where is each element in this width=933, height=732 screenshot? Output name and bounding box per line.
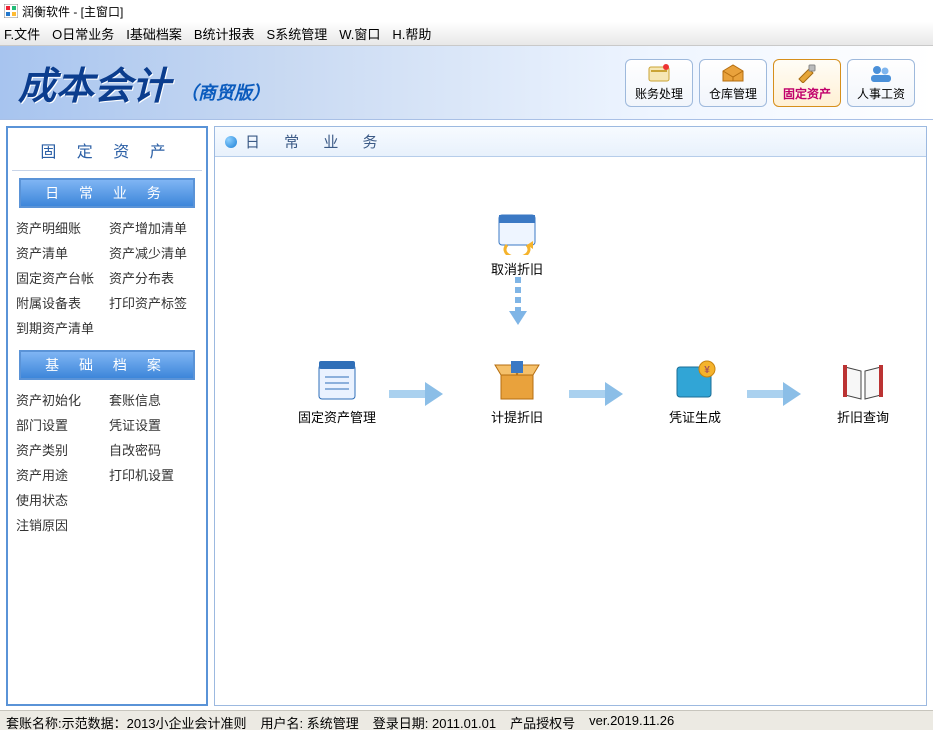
people-icon bbox=[869, 63, 893, 83]
sidebar-item-asset-decrease[interactable]: 资产减少清单 bbox=[109, 243, 198, 262]
window-title: 润衡软件 - [主窗口] bbox=[22, 3, 123, 20]
titlebar: 润衡软件 - [主窗口] bbox=[0, 0, 933, 22]
menu-file[interactable]: F.文件 bbox=[4, 24, 40, 43]
wf-label: 凭证生成 bbox=[655, 407, 735, 426]
menu-system[interactable]: S系统管理 bbox=[267, 24, 328, 43]
app-subtitle: （商贸版） bbox=[180, 79, 270, 105]
sidebar: 固 定 资 产 日 常 业 务 资产明细账 资产增加清单 资产清单 资产减少清单… bbox=[6, 126, 208, 706]
sidebar-item-init[interactable]: 资产初始化 bbox=[16, 390, 105, 409]
sidebar-title: 固 定 资 产 bbox=[12, 132, 202, 171]
sidebar-panel-daily: 日 常 业 务 bbox=[19, 178, 195, 208]
bullet-icon bbox=[225, 136, 237, 148]
status-account: 套账名称:示范数据：2013小企业会计准则 bbox=[6, 713, 247, 728]
workflow-canvas: 取消折旧 固定资产管理 计提折旧 ¥ 凭证生成 折 bbox=[215, 157, 926, 705]
module-btn-warehouse[interactable]: 仓库管理 bbox=[699, 59, 767, 107]
menu-report[interactable]: B统计报表 bbox=[194, 24, 255, 43]
book-icon bbox=[835, 357, 891, 403]
tools-icon bbox=[795, 63, 819, 83]
box-icon bbox=[721, 63, 745, 83]
sidebar-item-cancel-reason[interactable]: 注销原因 bbox=[16, 515, 198, 534]
wf-label: 取消折旧 bbox=[477, 259, 557, 278]
wf-label: 计提折旧 bbox=[477, 407, 557, 426]
arrow-right-icon bbox=[389, 382, 443, 406]
notepad-icon bbox=[309, 357, 365, 403]
open-box-icon bbox=[489, 357, 545, 403]
status-version: ver.2019.11.26 bbox=[589, 713, 674, 728]
sidebar-panel-basic: 基 础 档 案 bbox=[19, 350, 195, 380]
menu-window[interactable]: W.窗口 bbox=[339, 24, 380, 43]
status-login-date: 登录日期: 2011.01.01 bbox=[373, 713, 496, 728]
status-license: 产品授权号 bbox=[510, 713, 575, 728]
banner: 成本会计 （商贸版） 账务处理 仓库管理 固定资产 人事工资 bbox=[0, 46, 933, 120]
app-icon bbox=[4, 4, 18, 18]
sidebar-links-basic: 资产初始化 套账信息 部门设置 凭证设置 资产类别 自改密码 资产用途 打印机设… bbox=[12, 382, 202, 540]
sidebar-links-daily: 资产明细账 资产增加清单 资产清单 资产减少清单 固定资产台帐 资产分布表 附属… bbox=[12, 210, 202, 343]
module-label: 人事工资 bbox=[857, 85, 905, 102]
wf-node-voucher[interactable]: ¥ 凭证生成 bbox=[655, 357, 735, 426]
sidebar-item-printer[interactable]: 打印机设置 bbox=[109, 465, 198, 484]
menu-basic[interactable]: I基础档案 bbox=[126, 24, 182, 43]
arrow-right-icon bbox=[569, 382, 623, 406]
sidebar-item-status[interactable]: 使用状态 bbox=[16, 490, 198, 509]
sidebar-item-asset-ledger[interactable]: 固定资产台帐 bbox=[16, 268, 105, 287]
ledger-icon bbox=[647, 63, 671, 83]
module-label: 账务处理 bbox=[635, 85, 683, 102]
main-panel: 日 常 业 务 取消折旧 固定资产管理 计提折旧 ¥ 凭证生 bbox=[214, 126, 927, 706]
sidebar-item-asset-distribution[interactable]: 资产分布表 bbox=[109, 268, 198, 287]
menu-help[interactable]: H.帮助 bbox=[392, 24, 431, 43]
sidebar-item-asset-detail[interactable]: 资产明细账 bbox=[16, 218, 105, 237]
app-title: 成本会计 bbox=[18, 55, 170, 110]
menubar: F.文件 O日常业务 I基础档案 B统计报表 S系统管理 W.窗口 H.帮助 bbox=[0, 22, 933, 46]
module-btn-hr[interactable]: 人事工资 bbox=[847, 59, 915, 107]
sidebar-item-dept[interactable]: 部门设置 bbox=[16, 415, 105, 434]
wf-label: 固定资产管理 bbox=[297, 407, 377, 426]
arrow-down-icon bbox=[507, 277, 529, 327]
sidebar-item-category[interactable]: 资产类别 bbox=[16, 440, 105, 459]
banner-left: 成本会计 （商贸版） bbox=[18, 55, 270, 110]
sidebar-item-expired[interactable]: 到期资产清单 bbox=[16, 318, 198, 337]
module-label: 仓库管理 bbox=[709, 85, 757, 102]
wf-label: 折旧查询 bbox=[823, 407, 903, 426]
module-btn-accounting[interactable]: 账务处理 bbox=[625, 59, 693, 107]
menu-daily[interactable]: O日常业务 bbox=[52, 24, 114, 43]
sidebar-item-attachment[interactable]: 附属设备表 bbox=[16, 293, 105, 312]
content: 固 定 资 产 日 常 业 务 资产明细账 资产增加清单 资产清单 资产减少清单… bbox=[0, 120, 933, 710]
module-label: 固定资产 bbox=[783, 85, 831, 102]
sidebar-item-voucher-set[interactable]: 凭证设置 bbox=[109, 415, 198, 434]
sidebar-panel-header[interactable]: 日 常 业 务 bbox=[21, 180, 193, 206]
sidebar-panel-header[interactable]: 基 础 档 案 bbox=[21, 352, 193, 378]
statusbar: 套账名称:示范数据：2013小企业会计准则 用户名: 系统管理 登录日期: 20… bbox=[0, 710, 933, 730]
module-buttons: 账务处理 仓库管理 固定资产 人事工资 bbox=[625, 59, 915, 107]
main-title: 日 常 业 务 bbox=[245, 131, 388, 152]
wf-node-cancel-depr[interactable]: 取消折旧 bbox=[477, 209, 557, 278]
wf-node-depreciation[interactable]: 计提折旧 bbox=[477, 357, 557, 426]
voucher-icon: ¥ bbox=[667, 357, 723, 403]
sidebar-item-print-label[interactable]: 打印资产标签 bbox=[109, 293, 198, 312]
module-btn-fixed-assets[interactable]: 固定资产 bbox=[773, 59, 841, 107]
status-user: 用户名: 系统管理 bbox=[261, 713, 359, 728]
wf-node-asset-manage[interactable]: 固定资产管理 bbox=[297, 357, 377, 426]
calendar-refresh-icon bbox=[489, 209, 545, 255]
sidebar-item-usage[interactable]: 资产用途 bbox=[16, 465, 105, 484]
wf-node-query[interactable]: 折旧查询 bbox=[823, 357, 903, 426]
sidebar-item-asset-list[interactable]: 资产清单 bbox=[16, 243, 105, 262]
sidebar-item-asset-increase[interactable]: 资产增加清单 bbox=[109, 218, 198, 237]
arrow-right-icon bbox=[747, 382, 801, 406]
sidebar-item-password[interactable]: 自改密码 bbox=[109, 440, 198, 459]
sidebar-item-acct-info[interactable]: 套账信息 bbox=[109, 390, 198, 409]
svg-text:¥: ¥ bbox=[704, 365, 710, 376]
main-header: 日 常 业 务 bbox=[215, 127, 926, 157]
